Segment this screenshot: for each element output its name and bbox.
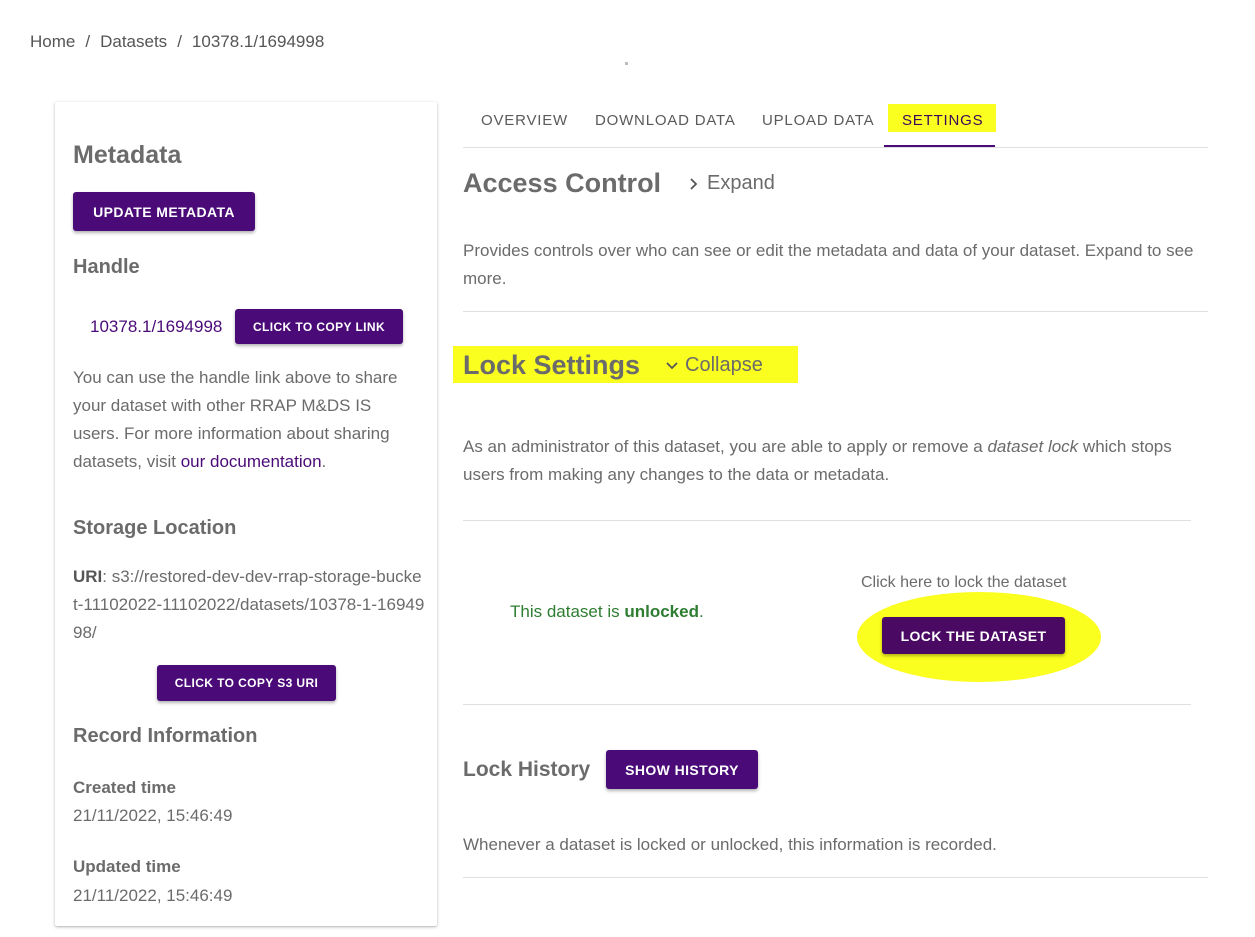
lock-status-value: unlocked — [624, 602, 699, 621]
handle-description: You can use the handle link above to sha… — [73, 364, 418, 476]
copy-link-button[interactable]: CLICK TO COPY LINK — [235, 309, 403, 344]
tab-settings[interactable]: SETTINGS — [902, 112, 983, 129]
handle-description-end: . — [321, 452, 327, 471]
lock-settings-collapse-toggle[interactable]: Collapse — [665, 354, 763, 377]
uri-label: URI — [73, 567, 103, 586]
breadcrumb-datasets[interactable]: Datasets — [100, 32, 167, 51]
storage-heading: Storage Location — [73, 517, 237, 539]
chevron-right-icon — [690, 177, 698, 190]
update-metadata-button[interactable]: UPDATE METADATA — [73, 192, 255, 231]
collapse-label: Collapse — [685, 354, 763, 376]
handle-heading: Handle — [73, 256, 140, 278]
lock-settings-title: Lock Settings — [463, 350, 641, 380]
lock-history-divider — [463, 877, 1208, 878]
breadcrumb-current: 10378.1/1694998 — [191, 32, 325, 51]
lock-dataset-button[interactable]: LOCK THE DATASET — [882, 617, 1065, 654]
lock-status-divider — [463, 704, 1191, 705]
tabs-divider — [463, 147, 1208, 148]
created-time-label: Created time — [73, 778, 176, 797]
breadcrumb-home[interactable]: Home — [30, 32, 75, 51]
record-heading: Record Information — [73, 725, 258, 747]
tab-upload-data[interactable]: UPLOAD DATA — [762, 112, 874, 129]
created-time-value: 21/11/2022, 15:46:49 — [73, 806, 233, 825]
tab-download-data[interactable]: DOWNLOAD DATA — [595, 112, 736, 129]
breadcrumb-separator: / — [177, 32, 182, 51]
lock-status: This dataset is unlocked. — [510, 602, 704, 622]
chevron-down-icon — [666, 361, 678, 369]
access-control-expand-toggle[interactable]: Expand — [687, 172, 775, 195]
lock-description-start: As an administrator of this dataset, you… — [463, 437, 988, 456]
show-history-button[interactable]: SHOW HISTORY — [606, 750, 758, 789]
access-control-divider — [463, 311, 1208, 312]
access-control-description: Provides controls over who can see or ed… — [463, 241, 1194, 288]
expand-label: Expand — [707, 172, 775, 194]
access-control-title: Access Control — [463, 168, 662, 198]
updated-time-value: 21/11/2022, 15:46:49 — [73, 886, 233, 905]
tab-overview[interactable]: OVERVIEW — [481, 112, 568, 129]
breadcrumb-separator: / — [85, 32, 91, 51]
lock-history-title: Lock History — [463, 758, 591, 781]
updated-time-label: Updated time — [73, 857, 181, 876]
copy-s3-uri-button[interactable]: CLICK TO COPY S3 URI — [157, 665, 336, 701]
uri-value: : s3://restored-dev-dev-rrap-storage-buc… — [73, 567, 425, 642]
lock-status-suffix: . — [698, 602, 704, 621]
lock-settings-description: As an administrator of this dataset, you… — [463, 433, 1203, 489]
decorative-dot — [625, 62, 628, 65]
handle-link[interactable]: 10378.1/1694998 — [90, 317, 222, 337]
lock-status-prefix: This dataset is — [510, 602, 625, 621]
lock-hint: Click here to lock the dataset — [861, 574, 1067, 591]
lock-description-em: dataset lock — [987, 437, 1079, 456]
breadcrumb: Home / Datasets / 10378.1/1694998 — [30, 32, 324, 52]
storage-uri: URI: s3://restored-dev-dev-rrap-storage-… — [73, 563, 425, 647]
metadata-title: Metadata — [73, 141, 182, 169]
documentation-link[interactable]: our documentation — [181, 452, 322, 471]
lock-history-description: Whenever a dataset is locked or unlocked… — [463, 835, 997, 854]
lock-settings-divider — [463, 520, 1191, 521]
